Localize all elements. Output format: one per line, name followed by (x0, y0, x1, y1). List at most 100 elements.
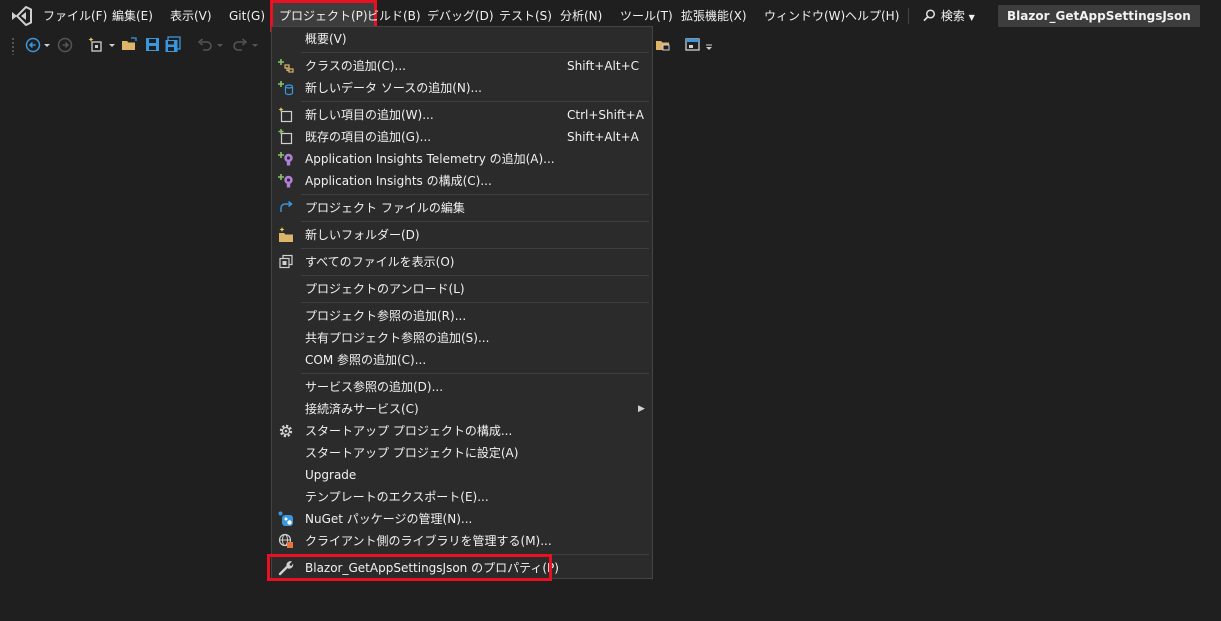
back-icon[interactable] (24, 36, 42, 54)
app-insights-icon (278, 152, 293, 166)
redo-icon[interactable] (231, 36, 249, 54)
menu-item-label: スタートアップ プロジェクトの構成... (305, 424, 513, 438)
menu-item-add-project-reference[interactable]: プロジェクト参照の追加(R)... (272, 305, 652, 327)
menu-item-label: NuGet パッケージの管理(N)... (305, 512, 473, 526)
submenu-arrow-icon: ▶ (638, 404, 645, 414)
menu-item-set-startup-project[interactable]: スタートアップ プロジェクトに設定(A) (272, 442, 652, 464)
search-button[interactable]: 検索 ▼ (923, 0, 975, 32)
app-insights-icon (278, 174, 293, 188)
menu-item-label: クラスの追加(C)... (305, 59, 406, 73)
new-item-icon (278, 107, 293, 123)
menu-item-label: 接続済みサービス(C) (305, 402, 419, 416)
chevron-down-icon: ▼ (968, 13, 975, 22)
menu-item-label: Application Insights Telemetry の追加(A)... (305, 152, 555, 166)
chevron-down-icon[interactable] (250, 36, 260, 54)
menu-extensions[interactable]: 拡張機能(X) (681, 0, 747, 32)
menu-item-overview[interactable]: 概要(V) (272, 28, 652, 50)
menu-item-configure-startup-projects[interactable]: スタートアップ プロジェクトの構成... (272, 420, 652, 442)
menu-item-label: クライアント側のライブラリを管理する(M)... (305, 534, 552, 548)
chevron-down-icon[interactable] (215, 36, 225, 54)
new-project-icon[interactable] (88, 36, 106, 54)
chevron-down-icon[interactable] (107, 36, 117, 54)
new-folder-icon (279, 227, 293, 242)
menu-item-label: 共有プロジェクト参照の追加(S)... (305, 331, 490, 345)
menu-item-new-item[interactable]: 新しい項目の追加(W)... Ctrl+Shift+A (272, 104, 652, 126)
menu-item-existing-item[interactable]: 既存の項目の追加(G)... Shift+Alt+A (272, 126, 652, 148)
menu-item-label: プロジェクト ファイルの編集 (305, 201, 465, 215)
menu-separator (301, 52, 649, 53)
menu-item-label: Application Insights の構成(C)... (305, 174, 492, 188)
menu-separator (301, 194, 649, 195)
folder-view-icon[interactable] (655, 36, 673, 54)
add-datasource-icon (278, 81, 294, 96)
menu-item-new-folder[interactable]: 新しいフォルダー(D) (272, 224, 652, 246)
menu-item-add-service-reference[interactable]: サービス参照の追加(D)... (272, 376, 652, 398)
menu-item-shortcut: Shift+Alt+A (567, 130, 639, 144)
menu-view[interactable]: 表示(V) (170, 0, 212, 32)
menu-item-configure-app-insights[interactable]: Application Insights の構成(C)... (272, 170, 652, 192)
menu-item-shortcut: Shift+Alt+C (567, 59, 640, 73)
menu-item-label: 新しい項目の追加(W)... (305, 108, 434, 122)
search-label: 検索 (940, 9, 965, 23)
menu-item-unload-project[interactable]: プロジェクトのアンロード(L) (272, 278, 652, 300)
menu-item-shortcut: Ctrl+Shift+A (567, 108, 644, 122)
menu-edit[interactable]: 編集(E) (112, 0, 153, 32)
menu-item-label: サービス参照の追加(D)... (305, 380, 444, 394)
menu-file[interactable]: ファイル(F) (43, 0, 107, 32)
menu-help[interactable]: ヘルプ(H) (845, 0, 899, 32)
project-menu-dropdown: 概要(V) クラスの追加(C)... Shift+Alt+C 新しいデータ ソー… (271, 26, 653, 579)
menu-item-label: 既存の項目の追加(G)... (305, 130, 432, 144)
edit-project-icon (280, 200, 293, 212)
search-icon (923, 0, 937, 32)
menu-item-label: COM 参照の追加(C)... (305, 353, 427, 367)
menu-item-edit-project-file[interactable]: プロジェクト ファイルの編集 (272, 197, 652, 219)
menu-item-add-app-insights[interactable]: Application Insights Telemetry の追加(A)... (272, 148, 652, 170)
menu-item-manage-nuget[interactable]: NuGet パッケージの管理(N)... (272, 508, 652, 530)
nuget-icon (278, 511, 293, 526)
solution-title: Blazor_GetAppSettingsJson (998, 5, 1200, 27)
menu-item-label: 概要(V) (305, 32, 347, 46)
menu-separator (301, 373, 649, 374)
window-layout-icon[interactable] (684, 36, 702, 54)
annotation-highlight-box (267, 554, 552, 581)
menu-item-connected-services[interactable]: 接続済みサービス(C) ▶ (272, 398, 652, 420)
existing-item-icon (278, 129, 293, 145)
toolbar-grip[interactable] (11, 37, 15, 55)
menu-item-label: プロジェクトのアンロード(L) (305, 282, 465, 296)
menu-item-upgrade[interactable]: Upgrade (272, 464, 652, 486)
show-all-files-icon (279, 254, 293, 269)
save-icon[interactable] (144, 36, 162, 54)
undo-icon[interactable] (196, 36, 214, 54)
menu-item-add-class[interactable]: クラスの追加(C)... Shift+Alt+C (272, 55, 652, 77)
menu-item-label: Upgrade (305, 468, 357, 482)
menu-item-label: すべてのファイルを表示(O) (305, 255, 455, 269)
save-all-icon[interactable] (164, 36, 182, 54)
menu-item-label: 新しいフォルダー(D) (305, 228, 420, 242)
menu-separator (301, 302, 649, 303)
menu-git[interactable]: Git(G) (229, 0, 265, 32)
chevron-down-icon[interactable] (42, 36, 52, 54)
menu-separator (301, 101, 649, 102)
menu-separator (301, 275, 649, 276)
menu-item-add-datasource[interactable]: 新しいデータ ソースの追加(N)... (272, 77, 652, 99)
add-class-icon (278, 59, 294, 73)
open-folder-icon[interactable] (121, 36, 139, 54)
menu-item-label: プロジェクト参照の追加(R)... (305, 309, 467, 323)
gear-icon (279, 424, 293, 438)
menu-separator (908, 8, 909, 24)
menu-window[interactable]: ウィンドウ(W) (764, 0, 845, 32)
menu-item-export-template[interactable]: テンプレートのエクスポート(E)... (272, 486, 652, 508)
menu-item-add-shared-project-reference[interactable]: 共有プロジェクト参照の追加(S)... (272, 327, 652, 349)
menu-item-label: スタートアップ プロジェクトに設定(A) (305, 446, 519, 460)
forward-icon[interactable] (56, 36, 74, 54)
menu-item-label: テンプレートのエクスポート(E)... (305, 490, 489, 504)
menu-separator (301, 221, 649, 222)
menu-item-add-com-reference[interactable]: COM 参照の追加(C)... (272, 349, 652, 371)
client-library-icon (278, 533, 293, 548)
menu-item-show-all-files[interactable]: すべてのファイルを表示(O) (272, 251, 652, 273)
toolbar-options-icon[interactable] (704, 36, 714, 54)
menu-separator (301, 248, 649, 249)
menu-item-label: 新しいデータ ソースの追加(N)... (305, 81, 482, 95)
visual-studio-logo-icon[interactable] (10, 6, 32, 26)
menu-item-manage-client-libraries[interactable]: クライアント側のライブラリを管理する(M)... (272, 530, 652, 552)
